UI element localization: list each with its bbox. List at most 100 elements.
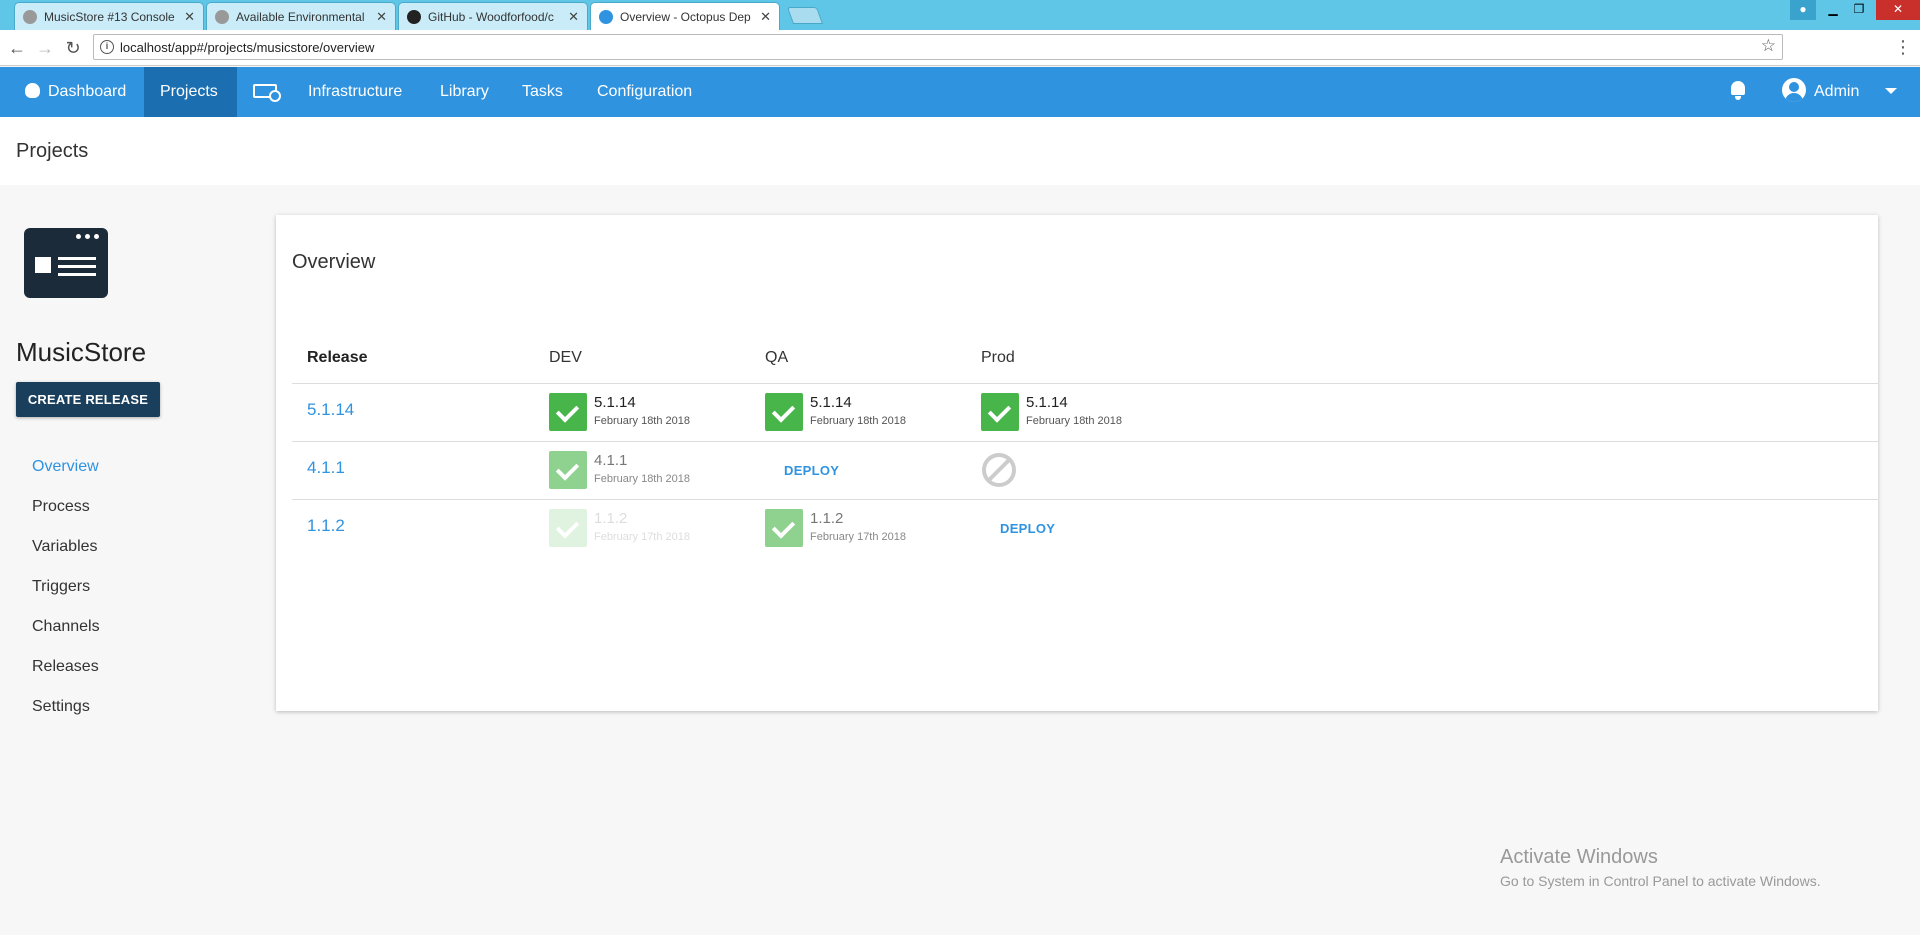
row-divider bbox=[292, 499, 1878, 500]
tab-title: GitHub - Woodforfood/c bbox=[428, 9, 554, 24]
browser-tab-strip: MusicStore #13 Console ✕ Available Envir… bbox=[0, 0, 1920, 30]
avatar-icon bbox=[1782, 78, 1806, 102]
check-icon bbox=[549, 393, 587, 431]
deployment-version: 5.1.14 bbox=[1026, 394, 1068, 411]
nav-infrastructure[interactable]: Infrastructure bbox=[292, 67, 418, 117]
check-icon bbox=[765, 509, 803, 547]
nav-configuration-label: Configuration bbox=[597, 83, 693, 100]
tab-title: Available Environmental bbox=[236, 9, 365, 24]
forward-icon[interactable]: → bbox=[34, 37, 56, 59]
user-menu[interactable]: Admin bbox=[1782, 67, 1859, 117]
deployment-version: 5.1.14 bbox=[810, 394, 852, 411]
nav-projects[interactable]: Projects bbox=[144, 67, 237, 117]
sidebar-item-settings[interactable]: Settings bbox=[32, 698, 90, 716]
overview-heading: Overview bbox=[292, 251, 376, 273]
sidebar-item-releases[interactable]: Releases bbox=[32, 658, 99, 676]
octopus-icon bbox=[215, 9, 229, 24]
nav-library[interactable]: Library bbox=[424, 67, 505, 117]
nav-infrastructure-label: Infrastructure bbox=[308, 83, 403, 100]
deploy-button[interactable]: DEPLOY bbox=[784, 463, 839, 478]
row-divider bbox=[292, 383, 1878, 384]
info-icon[interactable]: i bbox=[100, 40, 114, 54]
restore-icon[interactable]: ❐ bbox=[1846, 0, 1872, 20]
sidebar-item-overview[interactable]: Overview bbox=[32, 458, 99, 476]
sidebar-item-channels[interactable]: Channels bbox=[32, 618, 100, 636]
new-tab-button[interactable] bbox=[786, 7, 824, 24]
deployment-date: February 18th 2018 bbox=[1026, 415, 1123, 427]
octopus-icon bbox=[599, 9, 613, 24]
deployment-date: February 18th 2018 bbox=[594, 415, 691, 427]
deployment-date: February 18th 2018 bbox=[594, 473, 691, 485]
nav-tasks-label: Tasks bbox=[522, 83, 563, 100]
nav-projects-label: Projects bbox=[160, 83, 218, 100]
browser-tab[interactable]: Available Environmental ✕ bbox=[206, 2, 396, 30]
sidebar-item-process[interactable]: Process bbox=[32, 498, 90, 516]
check-icon bbox=[765, 393, 803, 431]
release-link[interactable]: 5.1.14 bbox=[307, 400, 354, 420]
minimize-icon[interactable]: ▁ bbox=[1820, 0, 1846, 20]
sidebar-item-triggers[interactable]: Triggers bbox=[32, 578, 90, 596]
deployment-version: 1.1.2 bbox=[594, 510, 628, 527]
sidebar-item-variables[interactable]: Variables bbox=[32, 538, 98, 556]
close-icon[interactable]: ✕ bbox=[568, 9, 579, 25]
check-icon bbox=[549, 509, 587, 547]
browser-menu-icon[interactable]: ⋮ bbox=[1894, 37, 1912, 58]
activate-windows-watermark: Activate Windows Go to System in Control… bbox=[1500, 846, 1821, 889]
column-header-dev: DEV bbox=[549, 349, 582, 366]
deployment-version: 5.1.14 bbox=[594, 394, 636, 411]
deployment-version: 1.1.2 bbox=[810, 510, 844, 527]
page-title: Projects bbox=[16, 140, 89, 162]
tab-title: MusicStore #13 Console bbox=[44, 9, 175, 24]
deployment-version: 4.1.1 bbox=[594, 452, 628, 469]
octopus-icon bbox=[23, 9, 37, 24]
close-icon[interactable]: ✕ bbox=[376, 9, 387, 25]
row-divider bbox=[292, 441, 1878, 442]
bell-icon[interactable] bbox=[1730, 81, 1746, 100]
search-icon bbox=[253, 84, 281, 102]
check-icon bbox=[549, 451, 587, 489]
user-name: Admin bbox=[1814, 83, 1860, 100]
nav-search[interactable] bbox=[237, 67, 293, 117]
release-link[interactable]: 4.1.1 bbox=[307, 458, 345, 478]
reload-icon[interactable]: ↻ bbox=[62, 37, 84, 59]
close-icon[interactable]: ✕ bbox=[760, 9, 771, 25]
page-header: Projects bbox=[0, 117, 1920, 185]
profile-icon[interactable]: ● bbox=[1790, 0, 1816, 20]
app-nav-bar: Dashboard Projects Infrastructure Librar… bbox=[0, 67, 1920, 117]
overview-card: Overview Release DEV QA Prod 5.1.14 5.1.… bbox=[276, 215, 1878, 711]
close-icon[interactable]: ✕ bbox=[184, 9, 195, 25]
deployment-date: February 17th 2018 bbox=[594, 531, 691, 543]
browser-toolbar: ← → ↻ i localhost/app#/projects/musicsto… bbox=[0, 30, 1920, 66]
window-close-icon[interactable]: ✕ bbox=[1876, 0, 1920, 20]
browser-tab[interactable]: MusicStore #13 Console ✕ bbox=[14, 2, 204, 30]
nav-dashboard[interactable]: Dashboard bbox=[9, 67, 142, 117]
octopus-logo-icon bbox=[25, 83, 40, 98]
column-header-release: Release bbox=[307, 349, 368, 366]
create-release-button[interactable]: CREATE RELEASE bbox=[16, 382, 160, 417]
deployment-date: February 17th 2018 bbox=[810, 531, 907, 543]
bookmark-star-icon[interactable]: ☆ bbox=[1761, 36, 1776, 56]
nav-library-label: Library bbox=[440, 83, 489, 100]
nav-configuration[interactable]: Configuration bbox=[581, 67, 708, 117]
watermark-subtitle: Go to System in Control Panel to activat… bbox=[1500, 873, 1821, 889]
release-link[interactable]: 1.1.2 bbox=[307, 516, 345, 536]
project-name: MusicStore bbox=[16, 337, 147, 367]
column-header-prod: Prod bbox=[981, 349, 1015, 366]
tab-title: Overview - Octopus Dep bbox=[620, 9, 751, 24]
check-icon bbox=[981, 393, 1019, 431]
deployment-date: February 18th 2018 bbox=[810, 415, 907, 427]
address-bar[interactable]: i localhost/app#/projects/musicstore/ove… bbox=[93, 34, 1783, 60]
watermark-title: Activate Windows bbox=[1500, 846, 1658, 868]
column-header-qa: QA bbox=[765, 349, 789, 366]
url-text[interactable]: localhost/app#/projects/musicstore/overv… bbox=[120, 40, 374, 55]
deploy-button[interactable]: DEPLOY bbox=[1000, 521, 1055, 536]
project-logo bbox=[24, 228, 108, 298]
nav-tasks[interactable]: Tasks bbox=[506, 67, 579, 117]
chevron-down-icon[interactable] bbox=[1885, 88, 1897, 94]
blocked-icon bbox=[982, 453, 1016, 487]
browser-tab[interactable]: GitHub - Woodforfood/c ✕ bbox=[398, 2, 588, 30]
nav-dashboard-label: Dashboard bbox=[48, 83, 127, 100]
back-icon[interactable]: ← bbox=[6, 37, 28, 59]
github-icon bbox=[407, 9, 421, 24]
browser-tab-active[interactable]: Overview - Octopus Dep ✕ bbox=[590, 2, 780, 30]
